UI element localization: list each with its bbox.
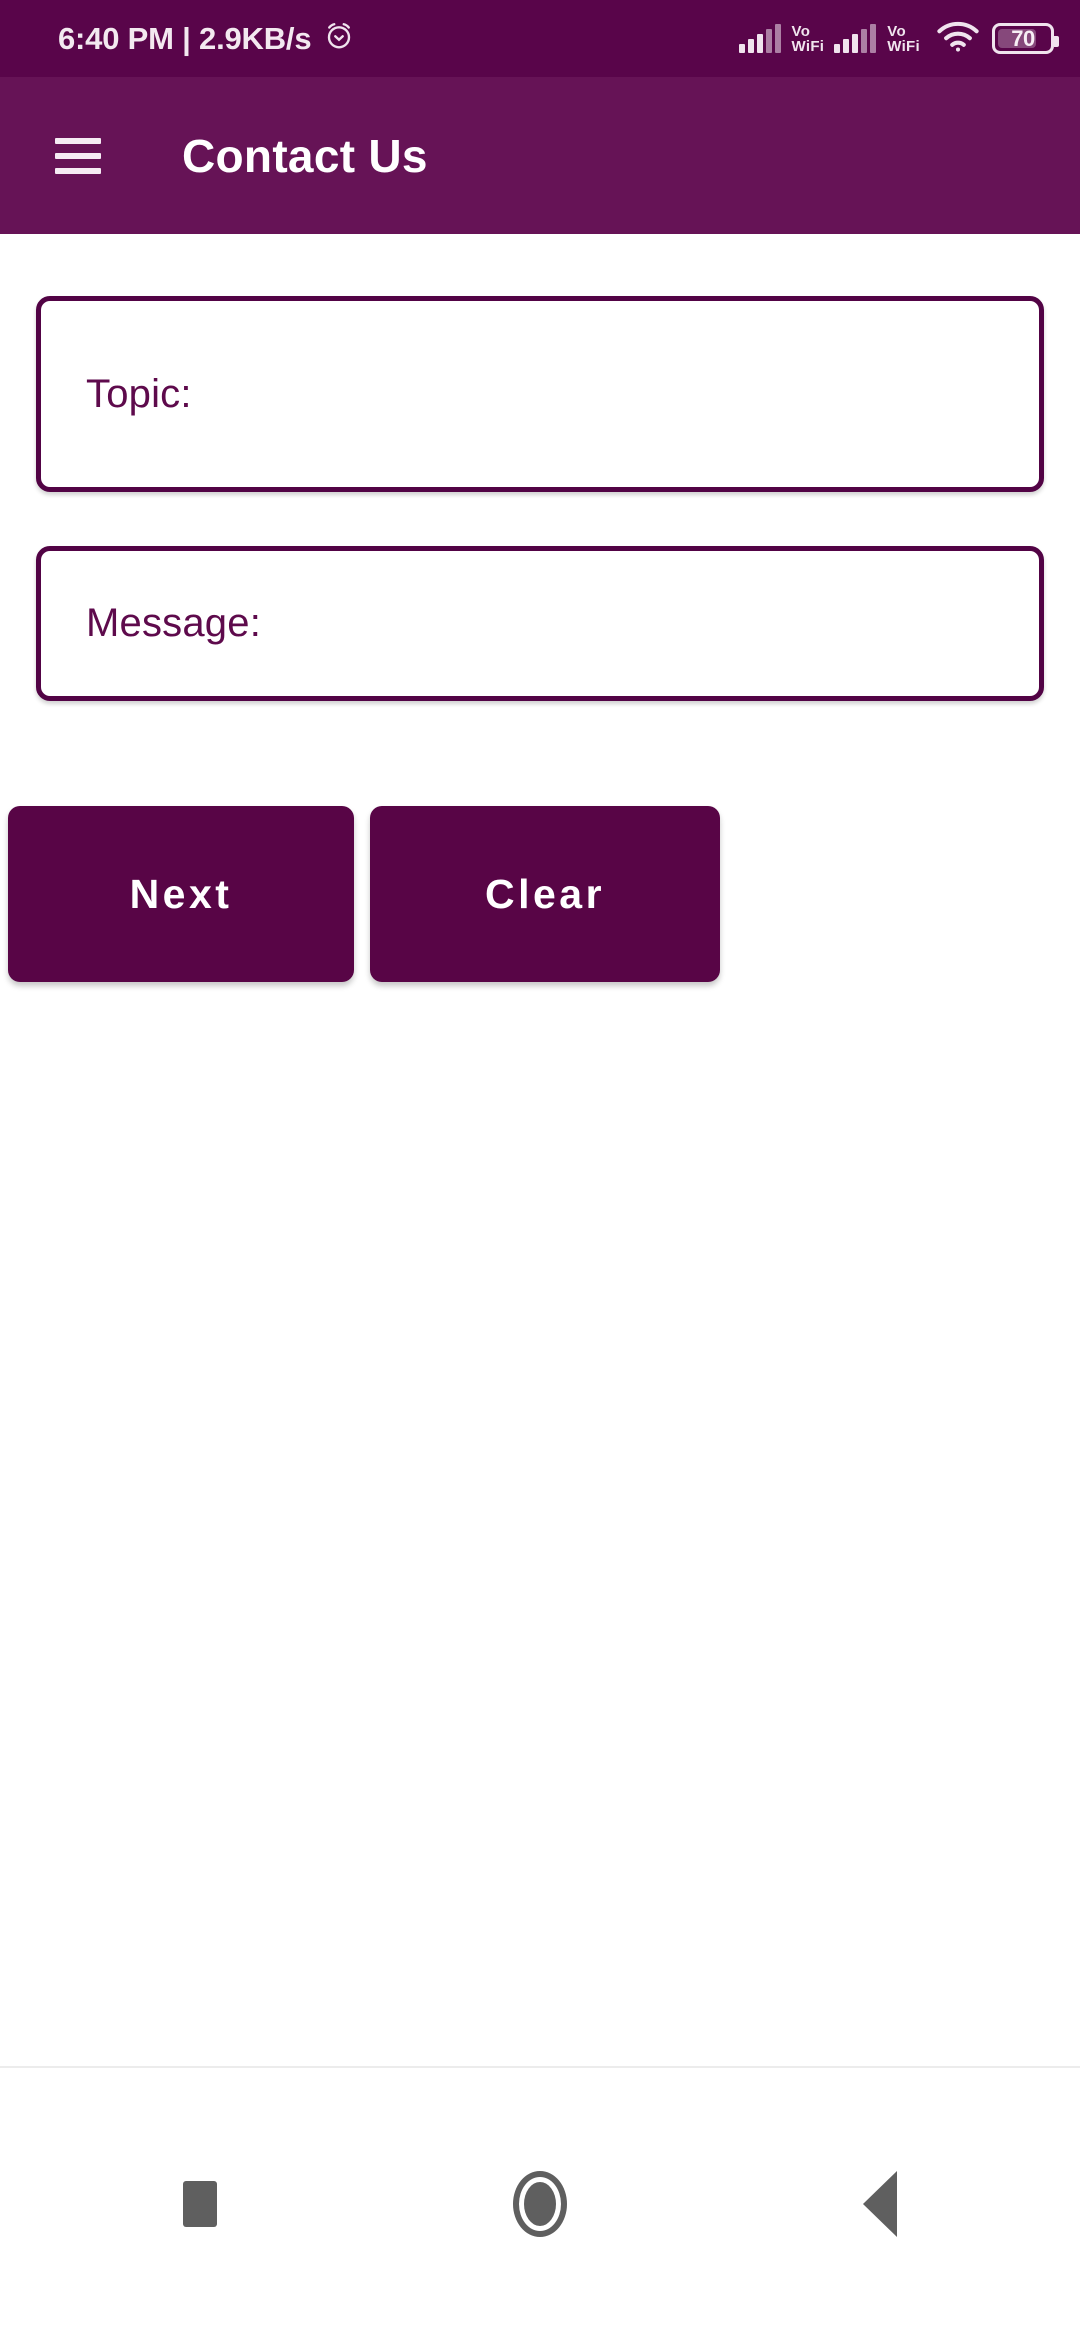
status-bar-right: Vo WiFi Vo WiFi 70 [738, 19, 1059, 58]
circle-home-icon[interactable] [480, 2144, 600, 2264]
hamburger-line-1 [55, 137, 101, 144]
page-title: Contact Us [182, 129, 428, 182]
battery-level-text: 70 [1011, 25, 1035, 51]
vowifi-line2: WiFi [791, 37, 825, 55]
square-recents-icon[interactable] [140, 2144, 260, 2264]
battery-icon: 70 [992, 23, 1059, 54]
cellular-signal-icon-sim1 [738, 23, 781, 53]
message-input[interactable]: Message: [36, 546, 1044, 701]
recents-square-shape [183, 2181, 217, 2227]
triangle-back-icon[interactable] [820, 2144, 940, 2264]
hamburger-line-3 [55, 167, 101, 174]
alarm-clock-icon [324, 21, 354, 56]
clear-button[interactable]: Clear [370, 806, 720, 982]
vowifi-line2-sim2: WiFi [887, 37, 920, 55]
topic-input[interactable]: Topic: [36, 296, 1044, 492]
signal-bars-sim1 [738, 23, 781, 53]
vowifi-label-sim1: Vo WiFi [792, 24, 825, 54]
home-circle-shape [513, 2171, 567, 2237]
status-time-and-network-speed: 6:40 PM | 2.9KB/s [58, 20, 312, 56]
status-bar-left: 6:40 PM | 2.9KB/s [58, 21, 354, 57]
hamburger-line-2 [55, 152, 101, 159]
button-row: Next Clear [0, 806, 1080, 988]
android-navigation-bar [0, 2066, 1080, 2340]
status-bar: 6:40 PM | 2.9KB/s Vo WiFi Vo WiFi 70 [0, 0, 1080, 77]
app-bar: Contact Us [0, 77, 1080, 234]
cellular-signal-icon-sim2 [834, 23, 877, 53]
topic-label: Topic: [86, 371, 192, 416]
signal-bars-sim2 [834, 23, 877, 53]
next-button[interactable]: Next [8, 806, 354, 982]
vowifi-label-sim2: Vo WiFi [887, 24, 920, 54]
nav-buttons [0, 2144, 1080, 2264]
wifi-icon [936, 19, 980, 58]
back-triangle-shape [863, 2171, 897, 2237]
hamburger-menu-icon[interactable] [55, 137, 101, 174]
message-label: Message: [86, 601, 262, 645]
